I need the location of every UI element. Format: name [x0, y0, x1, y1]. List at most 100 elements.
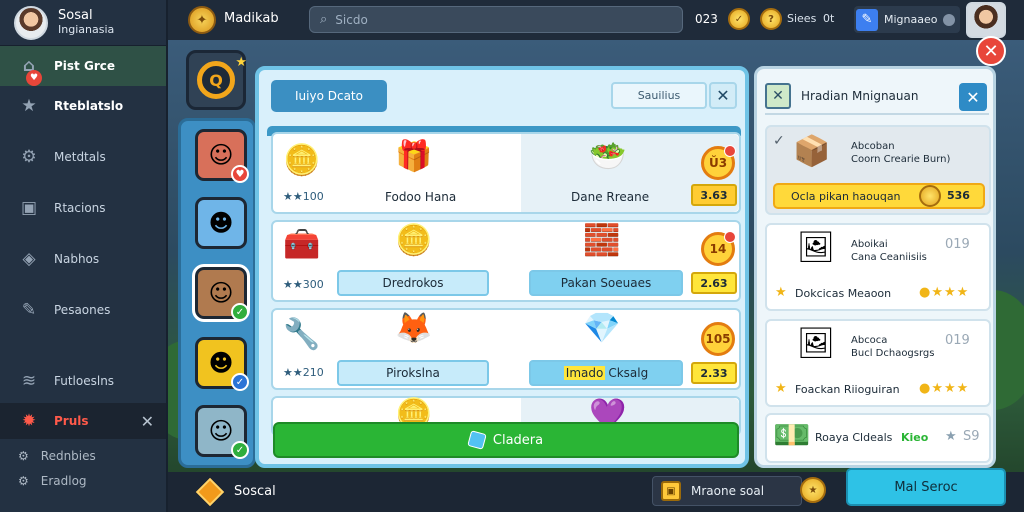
layers-icon: ◈	[22, 249, 36, 269]
scroll-icon: ✕	[765, 83, 791, 109]
profile-button[interactable]: ✎ Mignaaeo	[854, 6, 960, 33]
portrait-frame-icon: 🖼	[797, 326, 836, 361]
reward-card[interactable]: ✓ 📦 Abcoban Coorn Crearie Burn) Ocla pik…	[765, 125, 991, 215]
logo-icon: Q	[197, 61, 235, 99]
price-tag[interactable]: 3.63	[691, 184, 737, 206]
character-portrait-icon: ☺	[208, 417, 234, 445]
filter-button[interactable]: Sauilius	[611, 82, 707, 109]
close-icon[interactable]: ✕	[709, 82, 737, 109]
coin-icon[interactable]: ?	[760, 8, 782, 30]
confirm-button[interactable]: Cladera	[273, 422, 739, 458]
pin-icon	[724, 145, 736, 157]
sidebar-item-6[interactable]: ≋ Futloeslns	[0, 361, 166, 401]
sidebar-footer-label: Eradlog	[40, 473, 87, 488]
square-icon: ▣	[20, 198, 38, 218]
avatar[interactable]	[966, 2, 1006, 38]
sidebar-item-5[interactable]: ✎ Pesaones	[0, 290, 166, 330]
sidebar-footer-item-1[interactable]: ⚙ Eradlog	[0, 468, 166, 493]
stat-value: 0t	[823, 12, 835, 25]
reward-title: Abcoban	[851, 141, 895, 152]
game-coin-icon[interactable]: ✦	[188, 6, 216, 34]
coin-icon[interactable]: ✓	[728, 8, 750, 30]
treasure-chest-icon: 🧰	[283, 227, 321, 262]
character-portrait-icon: ☺	[208, 279, 234, 307]
shop-panel: Iuiyo Dcato Sauilius ✕ 🪙 ★★100 🎁 Fodoo H…	[255, 66, 749, 468]
character-slot-1[interactable]: ☺ ♥	[195, 129, 249, 183]
sidebar-item-4[interactable]: ◈ Nabhos	[0, 239, 166, 279]
reward-card[interactable]: 🖼 Abcoca Bucl Dchaogsrgs 019 ★ Foackan R…	[765, 319, 991, 407]
sidebar-item-2[interactable]: ⚙ Metdtals	[0, 137, 166, 177]
game-name: Madikab	[224, 11, 279, 26]
shop-row[interactable]: 🪙 ★★100 🎁 Fodoo Hana 🥗 Dane Rreane Ŭ3 3.…	[271, 132, 741, 214]
pin-icon	[724, 231, 736, 243]
character-portrait-icon: ☻	[208, 209, 234, 237]
reward-title: Aboikai	[851, 239, 888, 250]
sidebar-item-danger[interactable]: ✹ Pruls ✕	[0, 403, 166, 439]
close-button[interactable]: ✕	[976, 36, 1006, 66]
item-name-pill[interactable]: Pirokslna	[337, 360, 489, 386]
price-tag[interactable]: 2.63	[691, 272, 737, 294]
close-icon[interactable]: ✕	[141, 412, 154, 431]
item-name-pill[interactable]: Dredrokos	[337, 270, 489, 296]
item-name-pill[interactable]: Pakan Soeuaes	[529, 270, 683, 296]
bottom-pill-label: Mraone soal	[691, 484, 765, 498]
price-tag[interactable]: 2.33	[691, 362, 737, 384]
star-icon: ★	[775, 285, 787, 300]
item-name-pill[interactable]: Imado Cksalg	[529, 360, 683, 386]
sidebar-item-label: Metdtals	[54, 150, 106, 164]
rewards-title: Hradian Mnignauan	[801, 89, 919, 103]
search-input[interactable]	[335, 12, 636, 27]
reward-footer: Dokcicas Meaoon	[795, 287, 892, 300]
sidebar-item-1[interactable]: ★ Rteblatslo	[0, 86, 166, 126]
character-slot-2[interactable]: ☻	[195, 197, 247, 249]
reward-progress-bar: Ocla pikan haouqan 536	[773, 183, 985, 209]
primary-action-button[interactable]: Mal Seroc	[846, 468, 1006, 506]
sidebar-brand[interactable]: Sosal Ingianasia	[0, 0, 166, 46]
rewards-header: ✕ Hradian Mnignauan	[765, 79, 989, 115]
shop-row[interactable]: 🔧 ★★210 🦊 Pirokslna 💎 Imado Cksalg 105 2.…	[271, 308, 741, 390]
shop-row[interactable]: 🧰 ★★300 🪙 Dredrokos 🧱 Pakan Soeuaes 14 2…	[271, 220, 741, 302]
close-icon[interactable]: ✕	[959, 83, 987, 111]
ticket-icon: ▣	[661, 481, 681, 501]
item-meta: ★★210	[283, 366, 324, 379]
gold-coin-icon: 🪙	[395, 223, 433, 258]
sidebar-footer-item-0[interactable]: ⚙ Rednbies	[0, 443, 166, 468]
star-icon: ★	[21, 96, 37, 116]
reward-card[interactable]: 💵 Roaya Cldeals Kieo ★ S9	[765, 413, 991, 463]
bottom-pill-button[interactable]: ▣ Mraone soal	[652, 476, 802, 506]
coin-icon[interactable]: ★	[800, 477, 826, 503]
highlight-label: Imado	[563, 366, 606, 380]
pen-icon: ✎	[856, 8, 878, 31]
search-bar[interactable]: ⌕	[309, 6, 683, 33]
sidebar-item-0[interactable]: ⌂ Pist Grce ♥	[0, 46, 166, 86]
reward-subtitle: Coorn Crearie Burn)	[851, 154, 951, 165]
item-meta: ★★100	[283, 190, 324, 203]
stack-icon: ≋	[21, 371, 37, 391]
portrait-frame-icon: 🖼	[797, 230, 836, 265]
avatar[interactable]	[14, 5, 48, 40]
reward-footer: Roaya Cldeals	[815, 431, 893, 444]
reward-footer-accent: Kieo	[901, 431, 929, 444]
character-portrait-icon: ☻	[208, 349, 234, 377]
star-icon: ★	[235, 55, 247, 70]
star-icon: ★	[945, 429, 957, 444]
heart-badge-icon: ♥	[231, 165, 249, 183]
character-slot-5[interactable]: ☺ ✓	[195, 405, 249, 459]
sidebar-item-label: Pesaones	[54, 303, 111, 317]
sidebar-footer-label: Rednbies	[40, 448, 96, 463]
chat-icon: ✎	[21, 300, 37, 320]
app-root: Sosal Ingianasia ⌂ Pist Grce ♥ ★ Rteblat…	[0, 0, 1024, 512]
game-logo-tile[interactable]: Q ★	[186, 50, 247, 110]
brand-subtitle: Ingianasia	[58, 23, 115, 36]
sidebar-item-3[interactable]: ▣ Rtacions	[0, 188, 166, 228]
character-slot-4[interactable]: ☻ ✓	[195, 337, 249, 391]
character-portrait-icon: ☺	[208, 141, 234, 169]
character-slot-3[interactable]: ☺ ✓	[192, 264, 250, 322]
level-badge: 14	[701, 231, 736, 266]
topbar: ✦ Madikab ⌕ 023 ✓ ? Siees 0t ✎ Mignaaeo	[168, 0, 1024, 40]
sidebar-item-label: Rteblatslo	[54, 99, 124, 113]
banknote-icon: 💵	[773, 418, 811, 453]
reward-card[interactable]: 🖼 Aboikai Cana Ceaniisiis 019 ★ Dokcicas…	[765, 223, 991, 311]
check-badge-icon: ✓	[231, 303, 249, 321]
tab-shop[interactable]: Iuiyo Dcato	[271, 80, 387, 112]
